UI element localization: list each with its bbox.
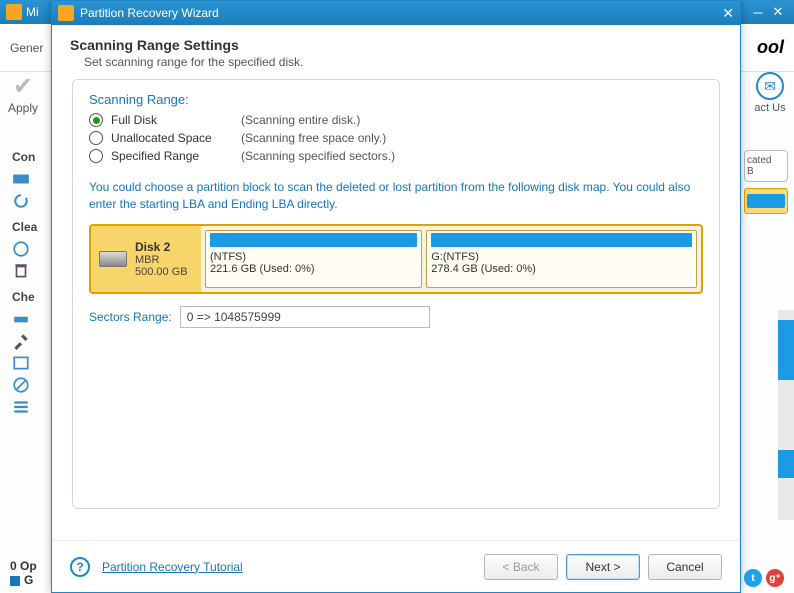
disk-name: Disk 2 [135,240,188,254]
partition-recovery-dialog: Partition Recovery Wizard ✕ Scanning Ran… [51,0,741,593]
twitter-icon[interactable]: t [744,569,762,587]
ops-label: 0 Op [10,559,37,573]
apply-action[interactable]: ✔ Apply [8,72,38,115]
scrollbar-thumb[interactable] [778,320,794,380]
tools-icon[interactable] [12,332,30,350]
dialog-icon [58,5,74,21]
bed-icon[interactable] [12,310,30,328]
sectors-range-input[interactable] [180,306,430,328]
side-convert-label: Con [12,150,52,164]
radio-specified[interactable]: Specified Range (Scanning specified sect… [89,149,703,163]
partition-label: (NTFS) [210,251,417,263]
group-legend: Scanning Range: [89,92,703,107]
sectors-label: Sectors Range: [89,310,172,324]
trash-icon[interactable] [12,262,30,280]
radio-desc: (Scanning entire disk.) [241,113,360,127]
disk-block-1[interactable]: cated B [744,150,788,182]
dialog-header-sub: Set scanning range for the specified dis… [84,55,720,69]
hdd-icon [99,251,127,267]
help-link[interactable]: Partition Recovery Tutorial [102,560,243,574]
general-tab[interactable]: Gener [10,41,43,55]
instructions-text: You could choose a partition block to sc… [89,179,703,214]
right-actions: ✉ act Us [746,72,794,114]
radio-icon [89,131,103,145]
disk-partitions: (NTFS) 221.6 GB (Used: 0%) G:(NTFS) 278.… [201,226,701,292]
gplus-icon[interactable]: g⁺ [766,569,784,587]
radio-label: Unallocated Space [111,131,241,145]
side-check-label: Che [12,290,52,304]
dialog-titlebar: Partition Recovery Wizard ✕ [52,1,740,25]
side-clean-label: Clea [12,220,52,234]
disk-icon[interactable] [12,170,30,188]
radio-full-disk[interactable]: Full Disk (Scanning entire disk.) [89,113,703,127]
partition-1[interactable]: G:(NTFS) 278.4 GB (Used: 0%) [426,230,697,288]
minimize-button[interactable]: ─ [748,5,768,20]
radio-desc: (Scanning specified sectors.) [241,149,395,163]
disk-block-selected[interactable] [744,188,788,214]
partition-bar [210,233,417,247]
back-button[interactable]: < Back [484,554,558,580]
mail-icon[interactable]: ✉ [756,72,784,100]
close-main-button[interactable]: ✕ [768,4,788,20]
legend-square [10,576,20,586]
radio-label: Full Disk [111,113,241,127]
app-logo: ool [757,37,784,58]
scanning-range-group: Scanning Range: Full Disk (Scanning enti… [72,79,720,509]
app-title: Mi [26,5,39,19]
disk-map: Disk 2 MBR 500.00 GB (NTFS) 221.6 GB (Us… [89,224,703,294]
apply-label: Apply [8,101,38,115]
legend-g: G [24,573,33,587]
next-button[interactable]: Next > [566,554,640,580]
partition-bar [431,233,692,247]
disk-size: 500.00 GB [135,266,188,278]
partition-size: 278.4 GB (Used: 0%) [431,263,692,275]
dialog-close-button[interactable]: ✕ [722,5,734,22]
partition-0[interactable]: (NTFS) 221.6 GB (Used: 0%) [205,230,422,288]
sidebar: Con Clea Che [12,140,52,420]
help-icon[interactable]: ? [70,557,90,577]
disk-block-cated: cated [747,155,785,166]
cancel-button[interactable]: Cancel [648,554,722,580]
disk-block-b: B [747,166,785,177]
dialog-header: Scanning Range Settings Set scanning ran… [52,25,740,79]
checkmark-icon: ✔ [13,72,33,101]
disk-info[interactable]: Disk 2 MBR 500.00 GB [91,226,201,292]
radio-desc: (Scanning free space only.) [241,131,386,145]
radio-unallocated[interactable]: Unallocated Space (Scanning free space o… [89,131,703,145]
sectors-range-row: Sectors Range: [89,306,703,328]
disk-scheme: MBR [135,254,188,266]
dialog-title: Partition Recovery Wizard [80,6,219,20]
globe-icon[interactable] [12,240,30,258]
app-icon [6,4,22,20]
dialog-header-title: Scanning Range Settings [70,37,720,53]
partition-size: 221.6 GB (Used: 0%) [210,263,417,275]
scrollbar-thumb2[interactable] [778,450,794,478]
right-disk-list: cated B [744,150,788,214]
contact-label: act Us [754,102,785,114]
dialog-body: Scanning Range: Full Disk (Scanning enti… [52,79,740,540]
radio-icon [89,113,103,127]
list-icon[interactable] [12,398,30,416]
radio-icon [89,149,103,163]
refresh-icon[interactable] [12,192,30,210]
dialog-footer: ? Partition Recovery Tutorial < Back Nex… [52,540,740,592]
footer-ops: 0 Op G [10,559,37,587]
stop-icon[interactable] [12,376,30,394]
partition-label: G:(NTFS) [431,251,692,263]
radio-label: Specified Range [111,149,241,163]
calendar-icon[interactable] [12,354,30,372]
